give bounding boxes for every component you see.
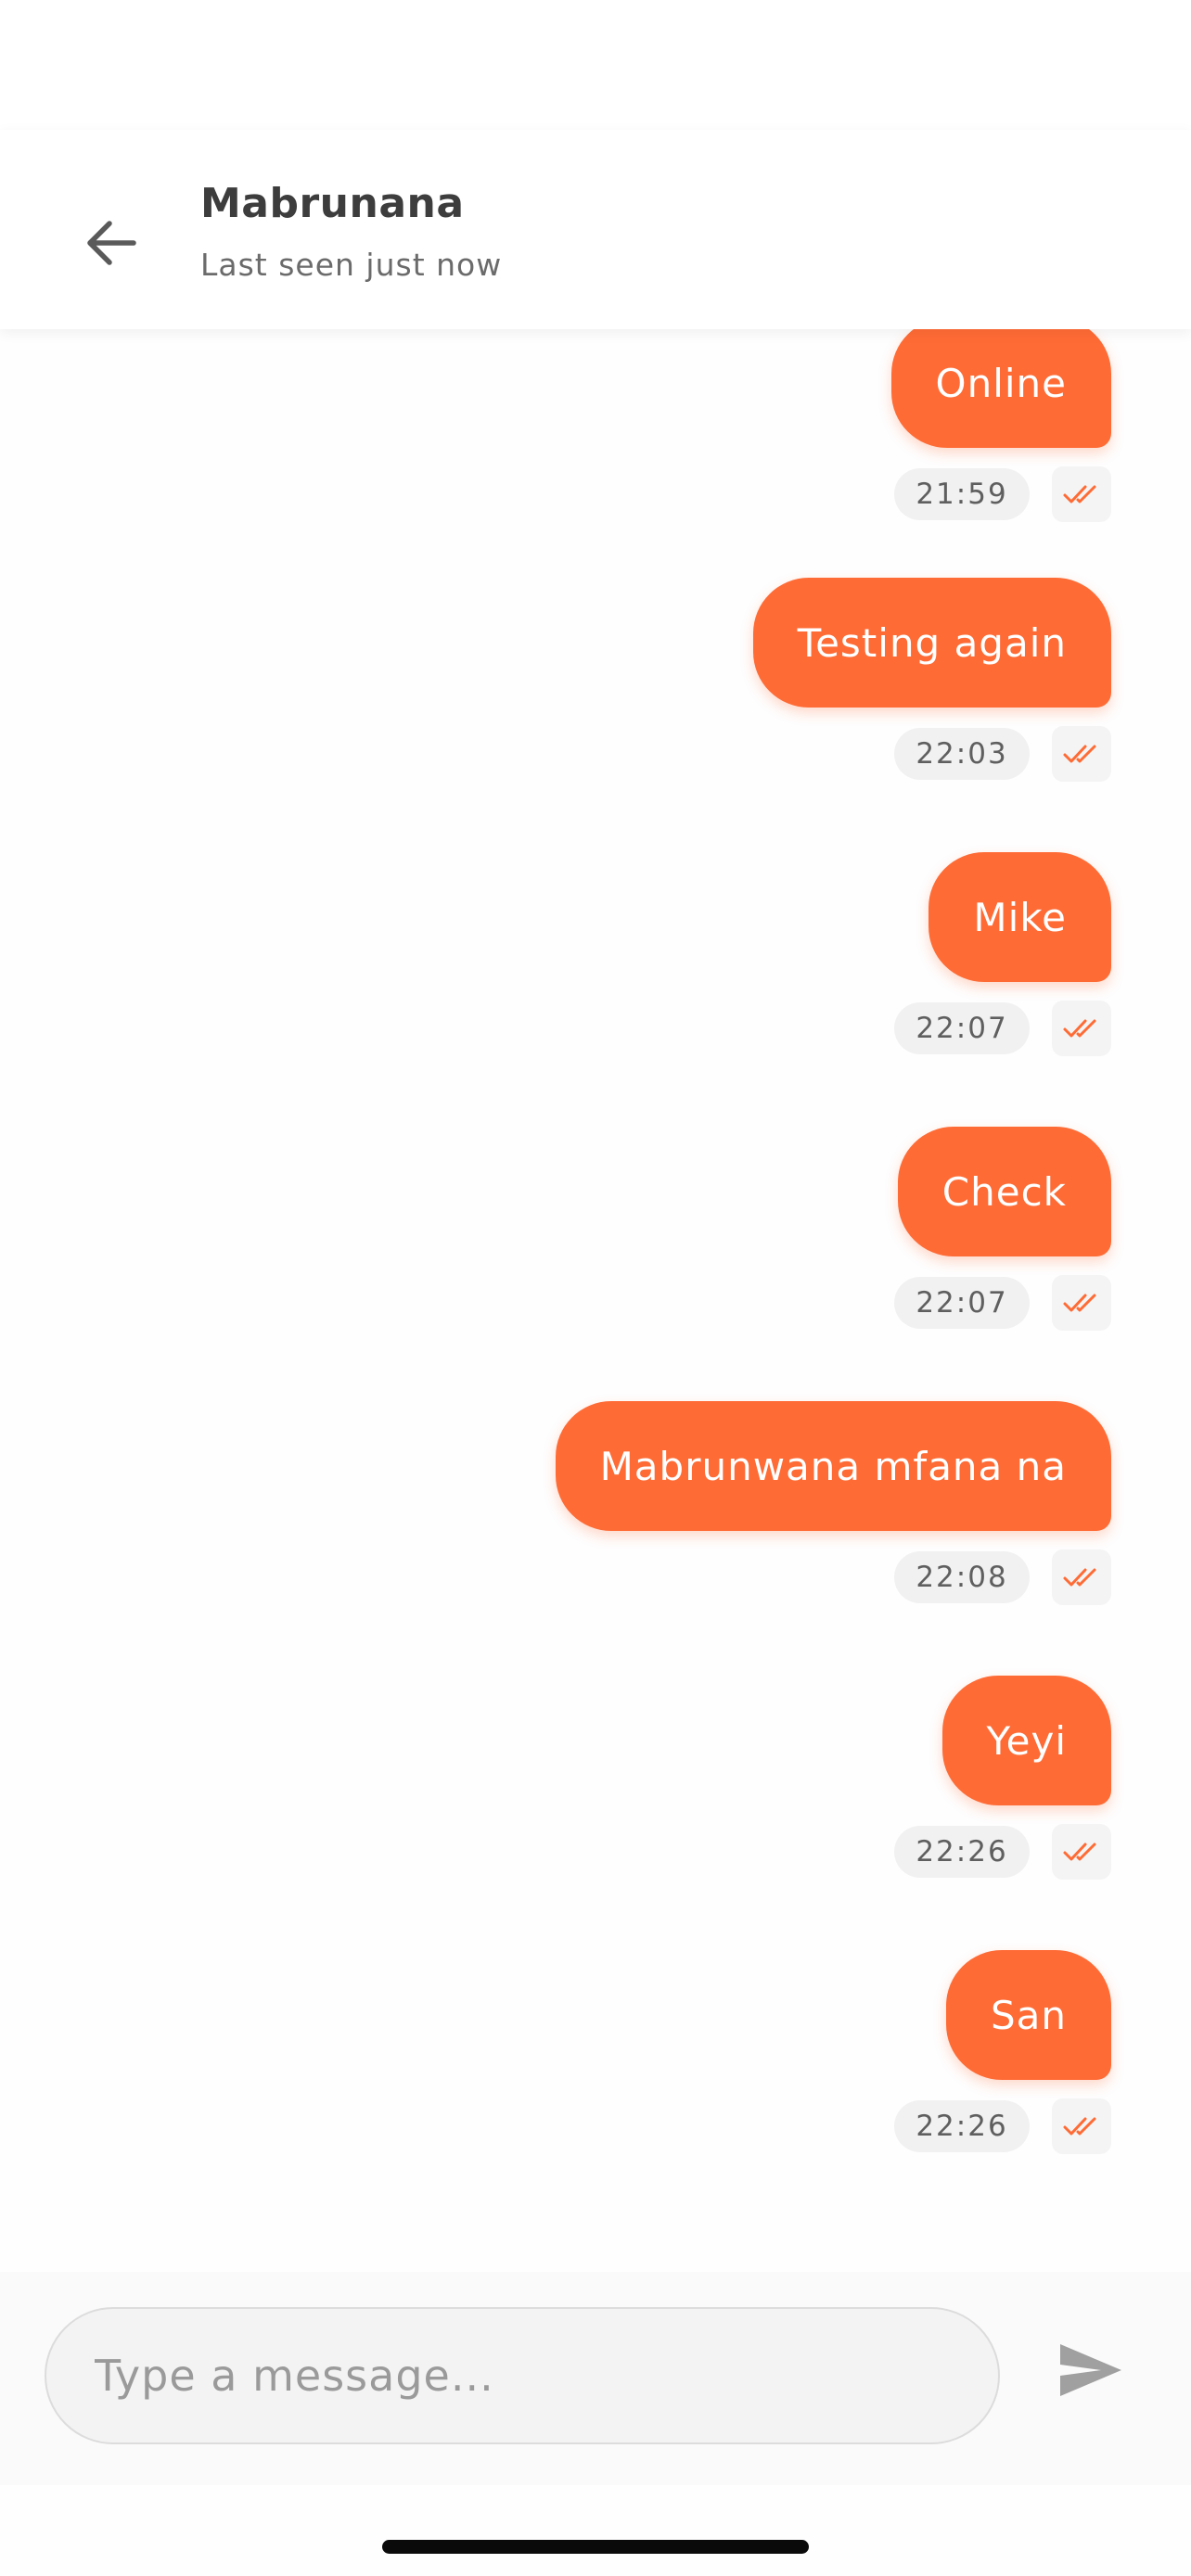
message-bubble[interactable]: San [945, 1950, 1111, 2080]
message-bubble[interactable]: Mabrunwana mfana na [555, 1401, 1111, 1531]
message-meta: 22:07 [894, 1275, 1111, 1331]
message-item: Online 21:59 [276, 329, 1111, 555]
double-check-icon [1052, 1549, 1111, 1605]
double-check-icon [1052, 726, 1111, 782]
send-icon [1060, 2344, 1121, 2396]
message-timestamp: 22:26 [894, 2100, 1030, 2152]
message-timestamp: 22:07 [894, 1002, 1030, 1054]
message-bubble[interactable]: Check [897, 1127, 1111, 1256]
message-bubble[interactable]: Testing again [752, 578, 1111, 708]
message-meta: 21:59 [894, 466, 1111, 522]
home-indicator [382, 2540, 809, 2554]
message-timestamp: 22:08 [894, 1551, 1030, 1603]
contact-name[interactable]: Mabrunana [200, 180, 465, 227]
message-meta: 22:03 [894, 726, 1111, 782]
message-item: Mike 22:07 [276, 852, 1111, 1089]
message-item: Yeyi 22:26 [276, 1676, 1111, 1912]
message-timestamp: 22:03 [894, 728, 1030, 780]
message-input[interactable] [46, 2309, 998, 2442]
double-check-icon [1052, 1824, 1111, 1880]
message-item: Testing again 22:03 [276, 578, 1111, 814]
message-bubble[interactable]: Yeyi [941, 1676, 1111, 1805]
message-composer [0, 2272, 1191, 2485]
status-bar-area [0, 0, 1191, 130]
message-meta: 22:07 [894, 1001, 1111, 1056]
chat-header: Mabrunana Last seen just now [0, 130, 1191, 329]
message-bubble[interactable]: Online [890, 329, 1111, 448]
arrow-left-icon [87, 221, 136, 265]
back-button[interactable] [74, 206, 148, 280]
double-check-icon [1052, 1001, 1111, 1056]
double-check-icon [1052, 466, 1111, 522]
double-check-icon [1052, 1275, 1111, 1331]
double-check-icon [1052, 2098, 1111, 2154]
send-button[interactable] [1054, 2333, 1128, 2407]
message-item: San 22:26 [276, 1950, 1111, 2187]
message-item: Check 22:07 [276, 1127, 1111, 1363]
message-timestamp: 21:59 [894, 468, 1030, 520]
message-item: Mabrunwana mfana na 22:08 [276, 1401, 1111, 1638]
message-meta: 22:26 [894, 2098, 1111, 2154]
last-seen-status: Last seen just now [200, 247, 503, 283]
message-bubble[interactable]: Mike [928, 852, 1111, 982]
message-input-container[interactable] [45, 2307, 1000, 2444]
message-timestamp: 22:07 [894, 1277, 1030, 1329]
message-timestamp: 22:26 [894, 1826, 1030, 1878]
message-meta: 22:08 [894, 1549, 1111, 1605]
message-meta: 22:26 [894, 1824, 1111, 1880]
message-list[interactable]: Online 21:59 Testing again 22:03 Mike 22… [0, 329, 1191, 2272]
